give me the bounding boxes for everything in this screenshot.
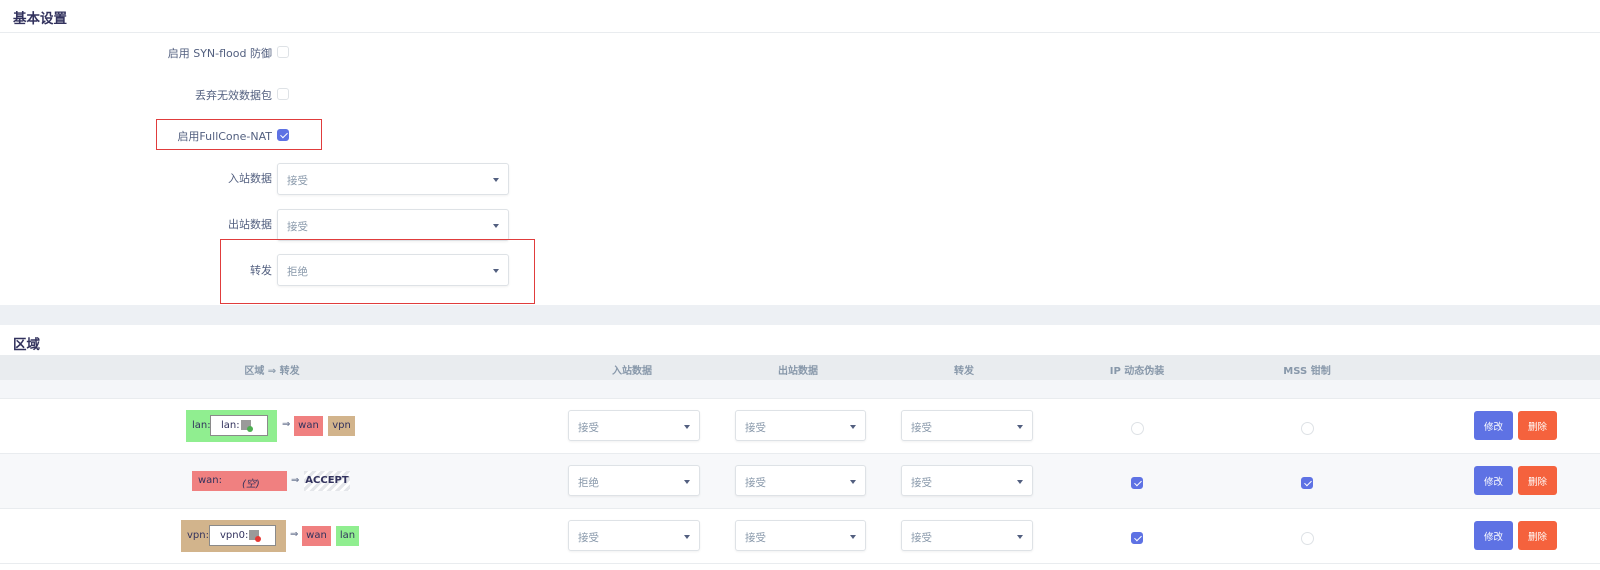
network-interface-down-icon [249,530,261,542]
input-policy-label: 入站数据 [228,172,272,185]
forward-target-wan: wan [294,416,323,436]
zone-forward-select[interactable]: 接受 [901,410,1033,441]
interface-name: vpn0: [220,530,249,541]
zone-output-value: 接受 [745,477,766,489]
drop-invalid-label: 丢弃无效数据包 [195,89,272,102]
zone-name: lan: [192,420,211,431]
caret-down-icon [1017,535,1023,539]
edit-button[interactable]: 修改 [1474,466,1513,495]
syn-flood-label: 启用 SYN-flood 防御 [167,47,272,60]
edit-button[interactable]: 修改 [1474,411,1513,440]
input-policy-select[interactable]: 接受 [277,163,509,195]
forward-policy-label: 转发 [250,264,272,277]
forward-target-accept: ACCEPT [304,471,350,491]
mss-checkbox[interactable] [1301,532,1314,545]
zone-output-select[interactable]: 接受 [735,520,866,551]
zone-forward-value: 接受 [911,477,932,489]
zone-output-value: 接受 [745,532,766,544]
masq-checkbox[interactable] [1131,477,1143,489]
col-forward: 转发 [954,366,974,377]
edit-button[interactable]: 修改 [1474,521,1513,550]
caret-down-icon [850,535,856,539]
zone-input-select[interactable]: 接受 [568,410,700,441]
forward-arrow: ⇒ [291,475,300,486]
zone-forward-value: 接受 [911,532,932,544]
masq-checkbox[interactable] [1131,532,1143,544]
caret-down-icon [1017,480,1023,484]
table-row: vpn: vpn0: ⇒ wan lan 接受 接受 接受 修改 删除 [0,509,1600,564]
zone-badge-wan: wan: (空) [192,471,287,491]
col-input: 入站数据 [612,366,652,377]
delete-button[interactable]: 删除 [1518,411,1557,440]
fullcone-label: 启用FullCone-NAT [177,130,272,143]
caret-down-icon [1017,425,1023,429]
zone-badge-vpn: vpn: vpn0: [181,520,286,552]
delete-button[interactable]: 删除 [1518,466,1557,495]
caret-down-icon [684,425,690,429]
zone-forward-value: 接受 [911,422,932,434]
forward-target-wan: wan [302,526,331,546]
caret-down-icon [850,480,856,484]
basic-settings-header: 基本设置 [0,0,1600,33]
zone-output-select[interactable]: 接受 [735,410,866,441]
col-zone-forward: 区域 ⇒ 转发 [244,366,300,377]
empty-interface-label: (空) [242,479,260,490]
input-policy-value: 接受 [287,175,308,187]
network-interface-up-icon [241,420,253,432]
zone-output-select[interactable]: 接受 [735,465,866,496]
table-row: lan: lan: ⇒ wan vpn 接受 接受 接受 修改 删除 [0,399,1600,454]
zone-input-value: 接受 [578,422,599,434]
zone-forward-select[interactable]: 接受 [901,465,1033,496]
section-divider [0,305,1600,325]
zone-name: vpn: [187,530,209,541]
forward-target-lan: lan [336,526,359,546]
syn-flood-checkbox[interactable] [277,46,289,58]
zones-title: 区域 [13,337,40,353]
zone-name: wan: [198,475,223,486]
zone-input-select[interactable]: 拒绝 [568,465,700,496]
delete-button[interactable]: 删除 [1518,521,1557,550]
zone-input-value: 拒绝 [578,477,599,489]
interface-box: lan: [210,415,268,436]
zone-output-value: 接受 [745,422,766,434]
zone-badge-lan: lan: lan: [186,410,277,442]
table-row: wan: (空) ⇒ ACCEPT 拒绝 接受 接受 修改 删除 [0,454,1600,509]
mss-checkbox[interactable] [1301,477,1313,489]
masq-checkbox[interactable] [1131,422,1144,435]
caret-down-icon [493,178,499,182]
output-policy-select[interactable]: 接受 [277,209,509,241]
forward-arrow: ⇒ [282,419,291,430]
zone-input-value: 接受 [578,532,599,544]
zone-input-select[interactable]: 接受 [568,520,700,551]
forward-policy-select[interactable]: 拒绝 [277,254,509,286]
forward-target-vpn: vpn [328,416,355,436]
col-mss: MSS 钳制 [1283,366,1331,377]
forward-arrow: ⇒ [290,529,299,540]
caret-down-icon [493,224,499,228]
caret-down-icon [493,269,499,273]
basic-settings-title: 基本设置 [13,11,67,27]
mss-checkbox[interactable] [1301,422,1314,435]
interface-name: lan: [221,420,240,431]
col-masq: IP 动态伪装 [1109,366,1165,377]
caret-down-icon [850,425,856,429]
interface-box: vpn0: [209,525,276,546]
output-policy-value: 接受 [287,221,308,233]
output-policy-label: 出站数据 [228,218,272,231]
caret-down-icon [684,535,690,539]
caret-down-icon [684,480,690,484]
drop-invalid-checkbox[interactable] [277,88,289,100]
zones-header: 区域 [0,327,1600,355]
zones-table-header: 区域 ⇒ 转发 入站数据 出站数据 转发 IP 动态伪装 MSS 钳制 [0,355,1600,380]
fullcone-checkbox[interactable] [277,129,289,141]
col-output: 出站数据 [778,366,818,377]
forward-policy-value: 拒绝 [287,266,308,278]
zone-forward-select[interactable]: 接受 [901,520,1033,551]
zones-table-subheader [0,380,1600,399]
